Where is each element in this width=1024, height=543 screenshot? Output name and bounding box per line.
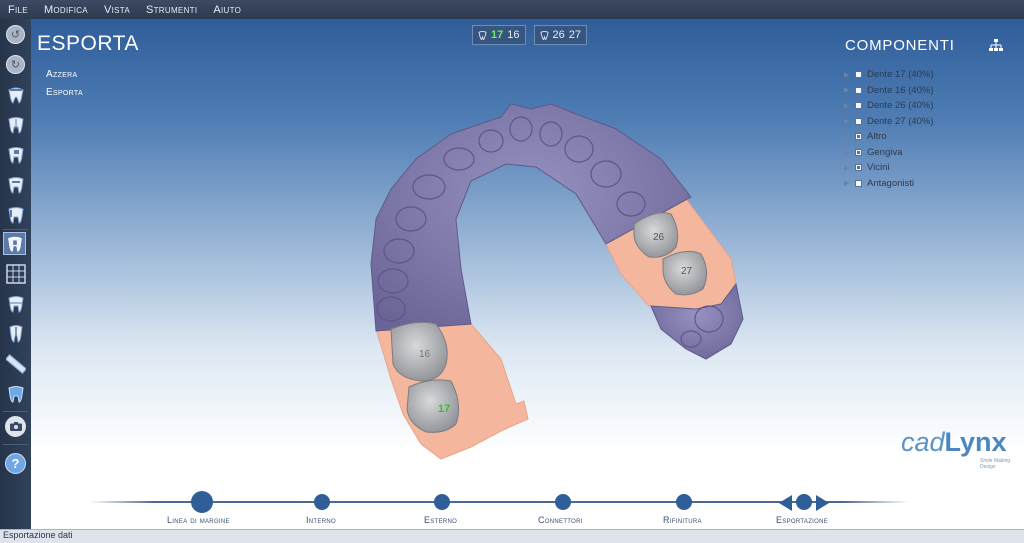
redo-icon: ↻: [6, 55, 25, 74]
menu-strumenti[interactable]: Strumenti: [138, 4, 205, 16]
workflow-label: Esportazione: [776, 515, 829, 525]
tooth-crown-icon: [7, 87, 24, 104]
previous-arrow-icon[interactable]: [779, 495, 792, 511]
tool-tooth-3-button[interactable]: [4, 143, 27, 166]
tooth-veneer-icon: [7, 206, 24, 224]
workflow-step-rifinitura[interactable]: [676, 494, 692, 510]
tool-tooth-4-button[interactable]: [4, 173, 27, 196]
workflow-label: Linea di margine: [167, 515, 230, 525]
workflow-step-linea-di-margine[interactable]: [191, 491, 213, 513]
menu-modifica[interactable]: Modifica: [36, 4, 96, 16]
tooth-export-icon: [7, 236, 22, 252]
workflow-step-esportazione[interactable]: [796, 494, 812, 510]
tooth-label: 26: [653, 232, 665, 243]
dental-arch-model[interactable]: 26 27 16 17: [31, 19, 1024, 529]
tooth-section-icon: [8, 324, 23, 343]
camera-icon: [5, 416, 26, 437]
menu-aiuto[interactable]: Aiuto: [205, 4, 249, 16]
toolbar-separator: [3, 411, 28, 412]
left-toolbar: ↺ ↻ ?: [0, 19, 31, 529]
tool-tooth-5-button[interactable]: [4, 203, 27, 226]
tool-crown-button[interactable]: [4, 83, 27, 106]
workflow-step-interno[interactable]: [314, 494, 330, 510]
status-text: Esportazione dati: [3, 530, 73, 540]
undo-icon: ↺: [6, 25, 25, 44]
menu-file[interactable]: File: [0, 4, 36, 16]
redo-button[interactable]: ↻: [4, 53, 27, 76]
workflow-label: Esterno: [424, 515, 458, 525]
cadlynx-logo: cadLynx: [901, 427, 1007, 457]
workflow-bar: Linea di margine Interno Esterno Connett…: [31, 489, 1024, 529]
workflow-label: Interno: [306, 515, 336, 525]
toolbar-separator: [3, 229, 28, 230]
tooth-onlay-icon: [7, 176, 24, 194]
menu-vista[interactable]: Vista: [96, 4, 138, 16]
tool-tooth-2-button[interactable]: [4, 113, 27, 136]
status-bar: Esportazione dati: [0, 529, 1024, 543]
tool-tooth-8-button[interactable]: [4, 382, 27, 405]
grid-icon: [5, 263, 26, 284]
tooth-label: 27: [681, 266, 693, 277]
3d-viewport[interactable]: ESPORTA Azzera Esporta 17 16 26 27 COMPO…: [31, 19, 1024, 529]
tooth-antagonist-icon: [7, 295, 24, 313]
logo-tagline: Smile Making Design: [980, 458, 1011, 470]
measure-button[interactable]: [4, 352, 27, 375]
tool-tooth-7-button[interactable]: [4, 322, 27, 345]
help-icon: ?: [5, 453, 26, 474]
ruler-icon: [5, 353, 26, 374]
workflow-step-esterno[interactable]: [434, 494, 450, 510]
tooth-label: 16: [419, 349, 431, 360]
workflow-step-connettori[interactable]: [555, 494, 571, 510]
tooth-label-selected: 17: [438, 403, 450, 415]
screenshot-button[interactable]: [4, 415, 27, 438]
tooth-bridge-icon: [7, 116, 24, 134]
tool-export-button[interactable]: [3, 232, 26, 255]
tool-tooth-6-button[interactable]: [4, 292, 27, 315]
next-arrow-icon[interactable]: [816, 495, 829, 511]
menu-bar: File Modifica Vista Strumenti Aiuto: [0, 0, 1024, 19]
tooth-blue-icon: [7, 385, 24, 403]
workflow-label: Rifinitura: [663, 515, 702, 525]
workflow-label: Connettori: [538, 515, 583, 525]
grid-button[interactable]: [4, 262, 27, 285]
tooth-inlay-icon: [7, 146, 24, 164]
undo-button[interactable]: ↺: [4, 23, 27, 46]
help-button[interactable]: ?: [4, 452, 27, 475]
toolbar-separator: [3, 444, 28, 445]
